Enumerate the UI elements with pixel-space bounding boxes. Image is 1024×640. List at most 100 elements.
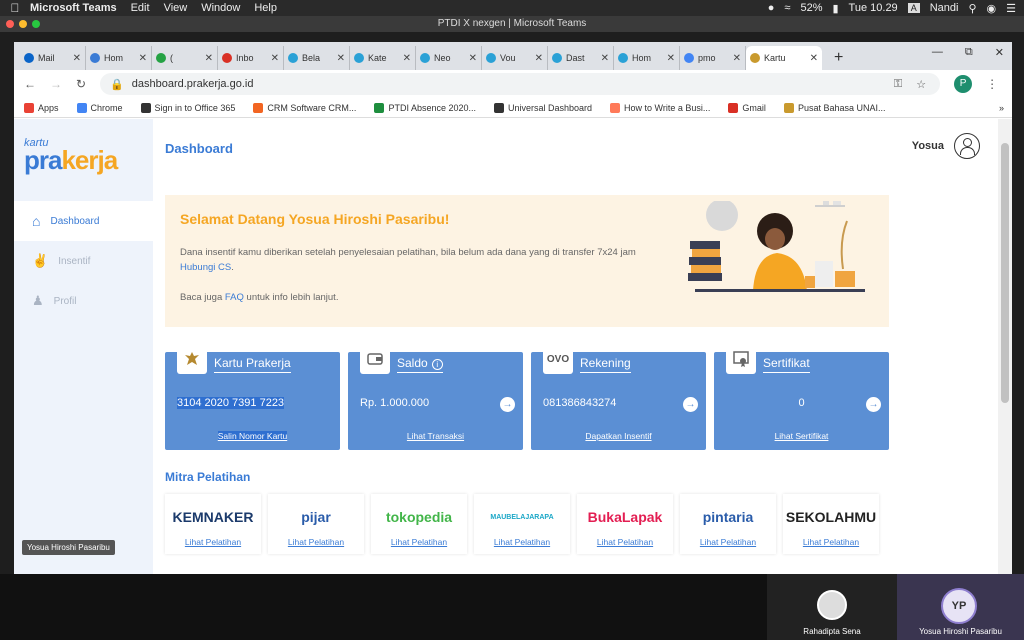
new-tab-icon[interactable]: + [834,49,843,67]
partner-card: SEKOLAHMU Lihat Pelatihan [783,494,879,554]
faq-link[interactable]: FAQ [225,292,244,303]
sidebar-item-profil[interactable]: ♟ Profil [14,281,153,321]
record-icon[interactable]: ● [768,2,775,14]
browser-tab[interactable]: Dast ✕ [548,46,614,70]
view-transactions-link[interactable]: Lihat Transaksi [348,431,523,441]
battery-percent[interactable]: 52% [800,2,822,14]
key-icon[interactable]: ⚿ [894,78,902,91]
wifi-icon[interactable]: ≈ [784,2,790,14]
bookmarks-overflow-icon[interactable]: » [999,103,1004,113]
menu-window[interactable]: Window [201,2,240,14]
bookmark-item[interactable]: Pusat Bahasa UNAI... [783,102,885,113]
close-tab-icon[interactable]: ✕ [73,53,81,64]
card-number[interactable]: 3104 2020 7391 7223 [177,397,285,409]
prakerja-logo[interactable]: kartu prakerja [24,137,118,176]
minimize-icon[interactable]: — [932,46,943,59]
clock[interactable]: Tue 10.29 [849,2,898,14]
browser-tab[interactable]: Mail ✕ [20,46,86,70]
scrollbar-thumb[interactable] [1001,143,1009,403]
bookmark-item[interactable]: Apps [24,102,59,113]
bookmark-item[interactable]: How to Write a Busi... [610,102,710,113]
close-tab-icon[interactable]: ✕ [403,53,411,64]
browser-tab[interactable]: pmo ✕ [680,46,746,70]
view-training-link[interactable]: Lihat Pelatihan [371,537,467,547]
siri-icon[interactable]: ◉ [987,2,997,15]
copy-card-number-link[interactable]: Salin Nomor Kartu [165,431,340,441]
bookmark-item[interactable]: Gmail [728,102,766,113]
zoom-window-button[interactable] [32,20,40,28]
input-source-icon[interactable]: A [907,3,920,13]
sidebar-item-insentif[interactable]: ✌ Insentif [14,241,153,281]
bookmark-item[interactable]: Sign in to Office 365 [140,102,235,113]
lock-icon: 🔒 [110,78,124,91]
menu-edit[interactable]: Edit [131,2,150,14]
browser-tab[interactable]: Hom ✕ [86,46,152,70]
profile-avatar[interactable]: P [954,75,973,93]
close-tab-icon[interactable]: ✕ [337,53,345,64]
close-tab-icon[interactable]: ✕ [139,53,147,64]
hubungi-cs-link[interactable]: Hubungi CS [180,262,231,273]
bookmark-label: PTDI Absence 2020... [388,102,476,113]
info-icon[interactable]: i [431,359,443,370]
page-scrollbar[interactable] [998,119,1012,574]
tab-label: Mail [38,53,55,63]
browser-tab[interactable]: Neo ✕ [416,46,482,70]
close-window-button[interactable] [6,20,14,28]
browser-tab[interactable]: Bela ✕ [284,46,350,70]
close-tab-icon[interactable]: ✕ [810,53,818,64]
control-center-icon[interactable]: ☰ [1006,2,1016,15]
forward-icon[interactable]: → [50,77,62,91]
browser-tab-active[interactable]: Kartu ✕ [746,46,822,70]
view-training-link[interactable]: Lihat Pelatihan [165,537,261,547]
browser-menu-icon[interactable]: ⋮ [986,77,998,91]
sidebar-item-dashboard[interactable]: ⌂ Dashboard [14,201,153,241]
view-certificates-link[interactable]: Lihat Sertifikat [714,431,889,441]
close-tab-icon[interactable]: ✕ [667,53,675,64]
partner-card: pintaria Lihat Pelatihan [680,494,776,554]
bookmark-item[interactable]: Chrome [76,102,123,113]
participant-tile[interactable]: Rahadipta Sena [767,574,897,640]
spotlight-icon[interactable]: ⚲ [968,2,976,15]
view-training-link[interactable]: Lihat Pelatihan [474,537,570,547]
menu-user-name[interactable]: Nandi [930,2,959,14]
url-field[interactable]: 🔒 dashboard.prakerja.go.id ⚿ ☆ [100,73,941,95]
arrow-right-icon[interactable]: → [683,397,698,412]
user-menu[interactable]: Yosua [912,133,980,159]
user-avatar-icon[interactable] [954,133,980,159]
battery-icon[interactable]: ▮ [832,2,838,15]
close-tab-icon[interactable]: ✕ [601,53,609,64]
browser-tab[interactable]: (✕ [152,46,218,70]
restore-icon[interactable]: ⧉ [965,46,973,59]
tab-favicon-icon [24,53,34,63]
close-tab-icon[interactable]: ✕ [205,53,213,64]
view-training-link[interactable]: Lihat Pelatihan [577,537,673,547]
minimize-window-button[interactable] [19,20,27,28]
participant-tile[interactable]: YP Yosua Hiroshi Pasaribu [897,574,1024,640]
view-training-link[interactable]: Lihat Pelatihan [783,537,879,547]
view-training-link[interactable]: Lihat Pelatihan [680,537,776,547]
bookmark-item[interactable]: PTDI Absence 2020... [374,102,476,113]
arrow-right-icon[interactable]: → [500,397,515,412]
browser-tab[interactable]: Vou ✕ [482,46,548,70]
close-tab-icon[interactable]: ✕ [271,53,279,64]
close-tab-icon[interactable]: ✕ [469,53,477,64]
close-tab-icon[interactable]: ✕ [733,53,741,64]
close-icon[interactable]: ✕ [995,46,1004,59]
bookmark-favicon-icon [783,102,794,113]
browser-tab[interactable]: Kate ✕ [350,46,416,70]
back-icon[interactable]: ← [24,77,36,91]
reload-icon[interactable]: ↻ [76,77,86,91]
apple-icon[interactable]:  [0,1,30,15]
menu-view[interactable]: View [164,2,188,14]
bookmark-star-icon[interactable]: ☆ [916,78,926,91]
arrow-right-icon[interactable]: → [866,397,881,412]
browser-tab[interactable]: Inbo ✕ [218,46,284,70]
bookmark-item[interactable]: Universal Dashboard [494,102,592,113]
menu-help[interactable]: Help [254,2,277,14]
bookmark-item[interactable]: CRM Software CRM... [253,102,356,113]
close-tab-icon[interactable]: ✕ [535,53,543,64]
menu-app-name[interactable]: Microsoft Teams [30,2,117,14]
view-training-link[interactable]: Lihat Pelatihan [268,537,364,547]
get-incentive-link[interactable]: Dapatkan Insentif [531,431,706,441]
browser-tab[interactable]: Hom ✕ [614,46,680,70]
